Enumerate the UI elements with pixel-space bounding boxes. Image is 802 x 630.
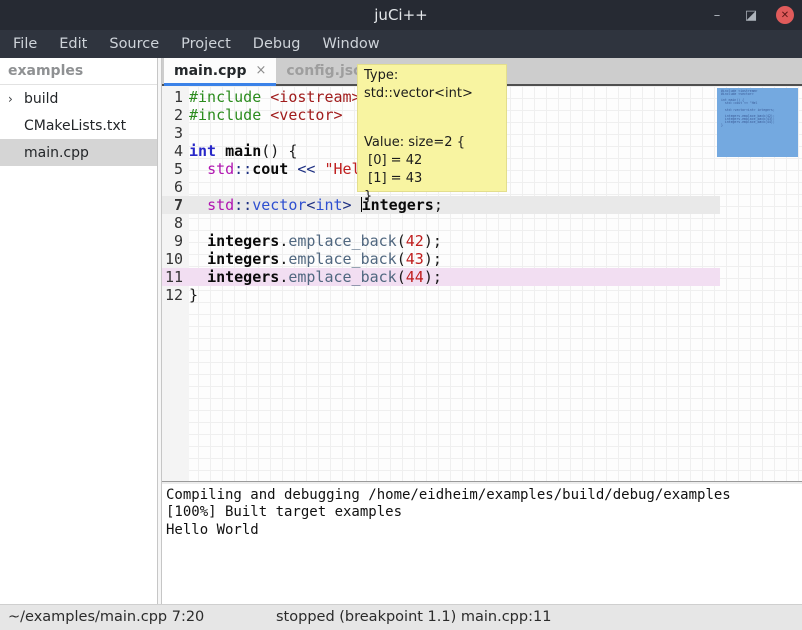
code-line[interactable]: 2 #include <vector> <box>162 106 343 124</box>
sidebar-item-main-cpp[interactable]: main.cpp <box>0 139 157 166</box>
debug-value-tooltip: Type: std::vector<int> Value: size=2 { [… <box>357 64 507 192</box>
line-number[interactable]: 8 <box>162 214 183 232</box>
line-number[interactable]: 7 <box>162 196 183 214</box>
line-number[interactable]: 12 <box>162 286 183 304</box>
code-line[interactable]: 3 <box>162 124 189 142</box>
code-line-text: } <box>189 286 198 304</box>
status-file-position: ~/examples/main.cpp 7:20 <box>8 605 204 630</box>
chevron-right-icon[interactable]: › <box>8 92 24 106</box>
menu-bar: FileEditSourceProjectDebugWindow <box>0 30 802 58</box>
code-line[interactable]: 4 int main() { <box>162 142 297 160</box>
menu-item-source[interactable]: Source <box>98 30 170 58</box>
line-number[interactable]: 5 <box>162 160 183 178</box>
code-line[interactable]: 6 <box>162 178 189 196</box>
output-terminal[interactable]: Compiling and debugging /home/eidheim/ex… <box>162 484 802 604</box>
file-tree: ›build CMakeLists.txt main.cpp <box>0 85 157 166</box>
menu-item-window[interactable]: Window <box>311 30 390 58</box>
code-line[interactable]: 8 <box>162 214 189 232</box>
line-number[interactable]: 10 <box>162 250 183 268</box>
code-line-text: integers.emplace_back(43); <box>189 250 442 268</box>
window-title: juCi++ <box>0 6 802 24</box>
code-line-text: integers.emplace_back(44); <box>189 268 442 286</box>
app-window: juCi++ – ◪ ✕ FileEditSourceProjectDebugW… <box>0 0 802 630</box>
title-bar[interactable]: juCi++ – ◪ ✕ <box>0 0 802 30</box>
code-line-text: #include <iostream> <box>189 88 361 106</box>
tree-item-label: main.cpp <box>24 145 89 161</box>
minimize-icon[interactable]: – <box>708 6 726 24</box>
tooltip-type: Type: std::vector<int> <box>364 67 500 103</box>
terminal-output-line: [100%] Built target examples <box>166 504 802 521</box>
code-line-text: int main() { <box>189 142 297 160</box>
code-line-text: std::cout << "Hel <box>189 160 361 178</box>
code-line[interactable]: 5 std::cout << "Hel <box>162 160 361 178</box>
menu-item-edit[interactable]: Edit <box>48 30 98 58</box>
file-tree-sidebar: examples ›build CMakeLists.txt main.cpp <box>0 58 157 604</box>
minimap[interactable]: #include <iostream> #include <vector> in… <box>717 88 798 157</box>
terminal-output-line: Compiling and debugging /home/eidheim/ex… <box>166 487 802 504</box>
code-line[interactable]: 12} <box>162 286 198 304</box>
tab-main-cpp[interactable]: main.cpp × <box>164 58 276 86</box>
line-number[interactable]: 3 <box>162 124 183 142</box>
tree-item-label: build <box>24 91 58 107</box>
line-number[interactable]: 1 <box>162 88 183 106</box>
menu-item-project[interactable]: Project <box>170 30 242 58</box>
line-number[interactable]: 6 <box>162 178 183 196</box>
terminal-output-line: Hello World <box>166 522 802 539</box>
code-line-text: integers.emplace_back(42); <box>189 232 442 250</box>
sidebar-item-cmakelists-txt[interactable]: CMakeLists.txt <box>0 112 157 139</box>
status-bar: ~/examples/main.cpp 7:20 stopped (breakp… <box>0 604 802 630</box>
tree-item-label: CMakeLists.txt <box>24 118 126 134</box>
code-line[interactable]: 1 #include <iostream> <box>162 88 361 106</box>
code-line[interactable]: 11 integers.emplace_back(44); <box>162 268 442 286</box>
code-line[interactable]: 10 integers.emplace_back(43); <box>162 250 442 268</box>
close-icon[interactable]: ✕ <box>776 6 794 24</box>
line-number[interactable]: 11 <box>162 268 183 286</box>
code-line-text: #include <vector> <box>189 106 343 124</box>
line-number[interactable]: 2 <box>162 106 183 124</box>
line-number[interactable]: 9 <box>162 232 183 250</box>
tab-close-icon[interactable]: × <box>255 63 266 78</box>
menu-item-file[interactable]: File <box>2 30 48 58</box>
tab-label: main.cpp <box>174 63 246 79</box>
project-name: examples <box>0 58 157 85</box>
tooltip-value: Value: size=2 { [0] = 42 [1] = 43} <box>364 134 500 206</box>
sidebar-item-build[interactable]: ›build <box>0 85 157 112</box>
code-line[interactable]: 9 integers.emplace_back(42); <box>162 232 442 250</box>
restore-icon[interactable]: ◪ <box>742 6 760 24</box>
status-debug-state: stopped (breakpoint 1.1) main.cpp:11 <box>276 605 551 630</box>
line-number[interactable]: 4 <box>162 142 183 160</box>
window-controls: – ◪ ✕ <box>708 0 794 30</box>
minimap-code: #include <iostream> #include <vector> in… <box>717 88 798 127</box>
menu-item-debug[interactable]: Debug <box>242 30 312 58</box>
